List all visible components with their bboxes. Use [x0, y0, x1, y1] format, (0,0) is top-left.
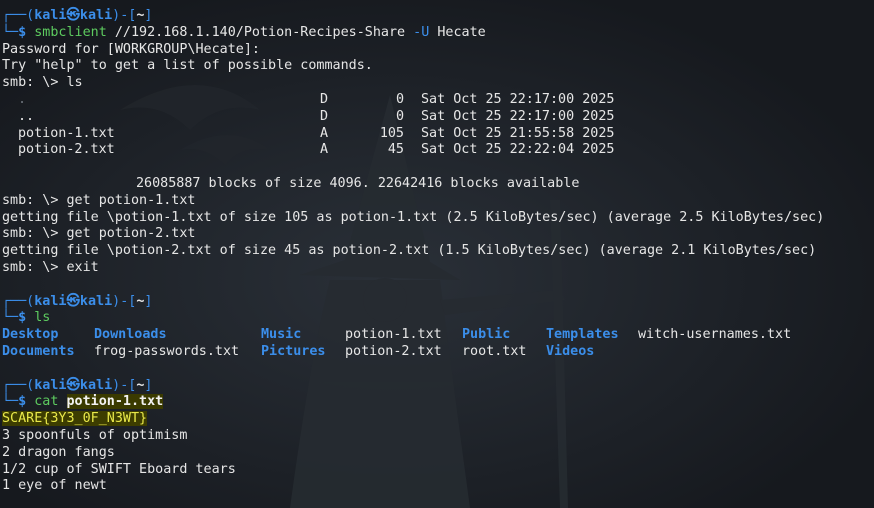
command-flag: -U	[413, 24, 430, 40]
listing-name: .	[18, 91, 27, 107]
ls-output-row: Desktop Downloads Music potion-1.txt Pub…	[2, 327, 874, 344]
listing-size: 45	[387, 142, 404, 158]
smb-prompt: smb: \>	[2, 226, 59, 242]
ls-output-row: Documents frog-passwords.txt Pictures po…	[2, 344, 874, 361]
smb-prompt: smb: \>	[2, 75, 59, 91]
listing-attr: D	[320, 108, 329, 124]
terminal-output: ┌──(kali㉿kali)-[~] └─$ smbclient //192.1…	[2, 8, 874, 495]
prompt-symbol: $	[18, 24, 27, 40]
smb-get-line: smb: \> get potion-1.txt	[2, 193, 874, 210]
ls-entry-dir: Documents	[2, 343, 75, 359]
ls-entry-dir: Public	[462, 327, 511, 343]
ls-entry-dir: Videos	[546, 343, 595, 359]
smb-prompt: smb: \>	[2, 259, 59, 275]
prompt-line-top: ┌──(kali㉿kali)-[~]	[2, 377, 153, 393]
listing-row: potion-1.txt A 105 Sat Oct 25 21:55:58 2…	[2, 126, 874, 143]
cat-output-line: 1 eye of newt	[2, 478, 107, 494]
output-line: Try "help" to get a list of possible com…	[2, 58, 373, 74]
listing-attr: A	[320, 125, 329, 141]
listing-name: potion-1.txt	[18, 125, 115, 141]
listing-row: potion-2.txt A 45 Sat Oct 25 22:22:04 20…	[2, 142, 874, 159]
flag-text: SCARE{3Y3_0F_N3WT}	[2, 411, 148, 427]
smb-prompt: smb: \>	[2, 192, 59, 208]
listing-name: ..	[18, 108, 35, 124]
listing-row: . D 0 Sat Oct 25 22:17:00 2025	[2, 92, 874, 109]
blocks-summary: 26085887 blocks of size 4096. 22642416 b…	[2, 176, 874, 193]
smb-exit-line: smb: \> exit	[2, 260, 874, 277]
blocks-text: 26085887 blocks of size 4096. 22642416 b…	[136, 175, 580, 191]
prompt-line-top: ┌──(kali㉿kali)-[~]	[2, 8, 153, 23]
listing-attr: A	[320, 142, 329, 158]
ls-entry-dir: Music	[261, 327, 302, 343]
ls-entry-dir: Templates	[546, 327, 619, 343]
prompt-symbol: $	[18, 394, 27, 410]
get-output: getting file \potion-2.txt of size 45 as…	[2, 243, 817, 259]
cat-output-line: 3 spoonfuls of optimism	[2, 427, 188, 443]
prompt-user-host: kali㉿kali	[34, 8, 113, 23]
command-arg: potion-1.txt	[66, 394, 164, 410]
listing-attr: D	[320, 91, 329, 107]
ls-entry-file: witch-usernames.txt	[638, 327, 792, 343]
smb-command: exit	[66, 259, 99, 275]
listing-name: potion-2.txt	[18, 142, 115, 158]
smb-command: ls	[66, 75, 83, 91]
cat-output-flag: SCARE{3Y3_0F_N3WT}	[2, 411, 874, 428]
ls-entry-file: root.txt	[462, 343, 527, 359]
listing-size: 0	[395, 108, 404, 124]
listing-date: Sat Oct 25 22:17:00 2025	[421, 108, 615, 124]
ls-entry-file: potion-2.txt	[345, 343, 442, 359]
ls-entry-dir: Pictures	[261, 343, 326, 359]
command-name: ls	[34, 310, 51, 326]
listing-size: 105	[379, 125, 404, 141]
get-output: getting file \potion-1.txt of size 105 a…	[2, 209, 825, 225]
ls-entry-dir: Desktop	[2, 327, 59, 343]
listing-date: Sat Oct 25 22:22:04 2025	[421, 142, 615, 158]
output-line: Password for [WORKGROUP\Hecate]:	[2, 41, 260, 57]
ls-entry-file: frog-passwords.txt	[94, 343, 240, 359]
cat-output-line: 2 dragon fangs	[2, 444, 115, 460]
ls-entry-dir: Downloads	[94, 327, 167, 343]
prompt-line-top: ┌──(kali㉿kali)-[~]	[2, 293, 153, 309]
smb-command: get potion-2.txt	[66, 226, 196, 242]
command-name: cat	[34, 394, 59, 410]
prompt-line-command: └─$ smbclient //192.168.1.140/Potion-Rec…	[2, 24, 486, 40]
smb-get-line: smb: \> get potion-2.txt	[2, 226, 874, 243]
listing-date: Sat Oct 25 22:17:00 2025	[421, 91, 615, 107]
smb-command: get potion-1.txt	[66, 192, 196, 208]
listing-row: .. D 0 Sat Oct 25 22:17:00 2025	[2, 109, 874, 126]
listing-date: Sat Oct 25 21:55:58 2025	[421, 125, 615, 141]
command-name: smbclient	[34, 24, 107, 40]
listing-size: 0	[395, 91, 404, 107]
command-flag-value: Hecate	[437, 24, 486, 40]
ls-entry-file: potion-1.txt	[345, 327, 442, 343]
command-args: //192.168.1.140/Potion-Recipes-Share	[114, 24, 406, 40]
prompt-user-host: kali㉿kali	[34, 377, 113, 393]
prompt-line-command: └─$ cat potion-1.txt	[2, 394, 164, 410]
prompt-line-command: └─$ ls	[2, 310, 51, 326]
smb-ls-line: smb: \> ls	[2, 75, 874, 92]
cat-output-line: 1/2 cup of SWIFT Eboard tears	[2, 461, 236, 477]
prompt-user-host: kali㉿kali	[34, 293, 113, 309]
prompt-symbol: $	[18, 310, 27, 326]
